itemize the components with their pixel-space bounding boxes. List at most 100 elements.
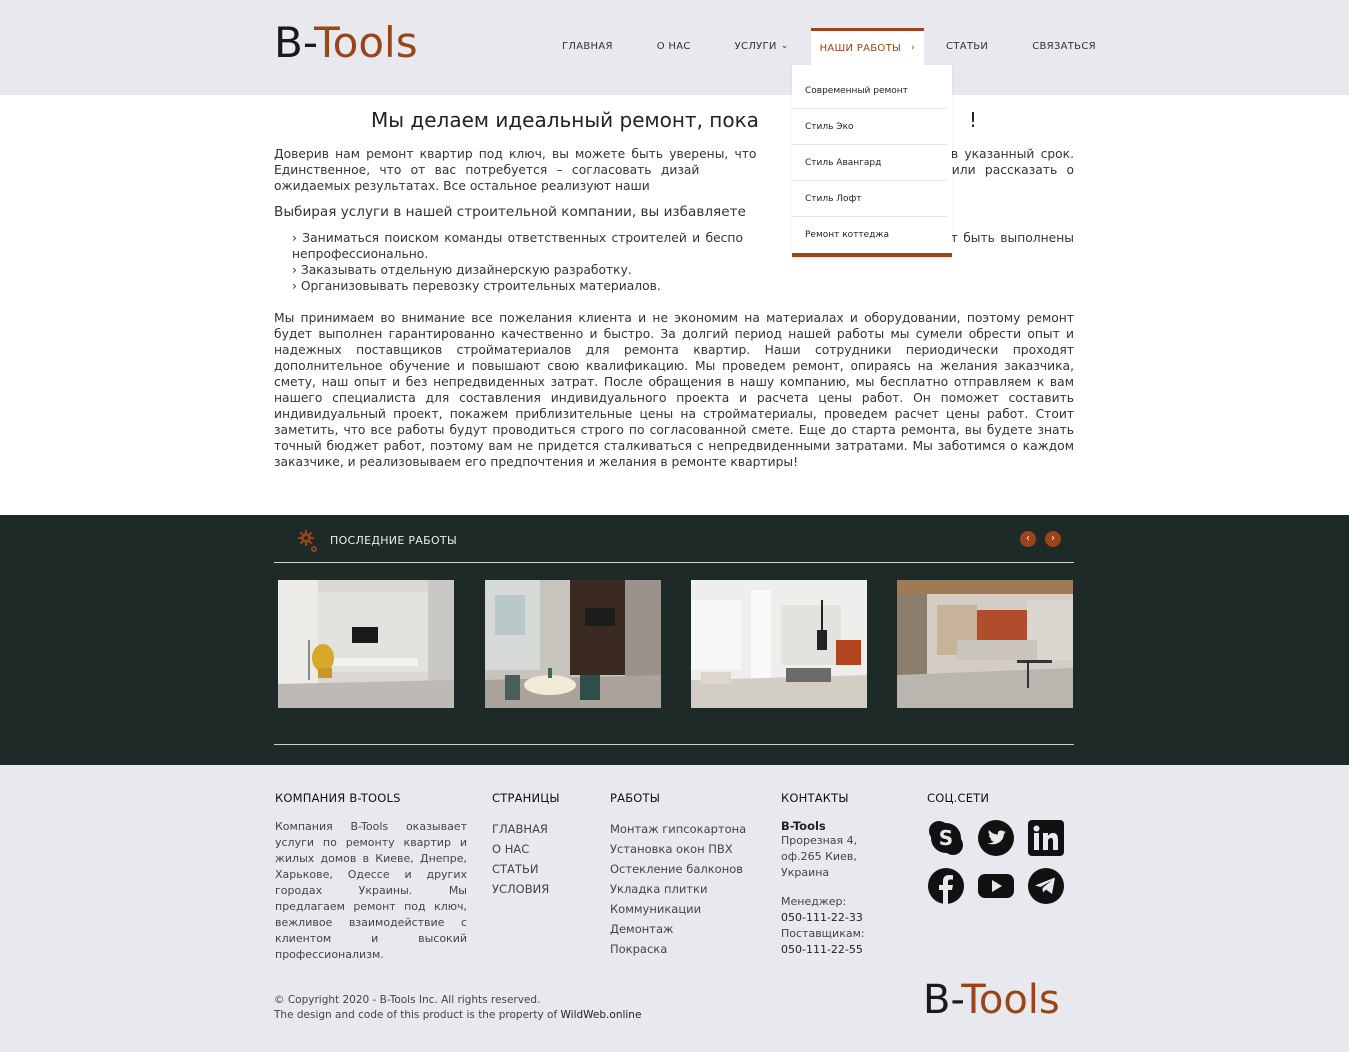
logo-part1: B- <box>923 977 962 1023</box>
footer-works-heading: РАБОТЫ <box>610 791 661 805</box>
dropdown-item-cottage[interactable]: Ремонт коттеджа <box>792 217 947 253</box>
site-header: B-Tools ГЛАВНАЯ О НАС УСЛУГИ ⌄ НАШИ РАБОТ… <box>0 0 1349 95</box>
nav-label: О НАС <box>656 41 691 52</box>
dropdown-item-avantgarde[interactable]: Стиль Авангард <box>792 145 947 181</box>
services-intro: Выбирая услуги в нашей строительной комп… <box>274 204 1074 220</box>
main-content: Мы делаем идеальный ремонт, пока! Довери… <box>274 95 1074 515</box>
svg-text:S: S <box>939 826 953 850</box>
work-thumbnail[interactable] <box>278 580 454 708</box>
list-item: › Заказывать отдельную дизайнерскую разр… <box>292 263 632 277</box>
work-image <box>278 580 454 708</box>
footer-link-home[interactable]: ГЛАВНАЯ <box>492 819 560 839</box>
contact-supplier-label: Поставщикам: <box>781 927 865 940</box>
site-logo[interactable]: B-Tools <box>274 18 418 67</box>
footer-company: КОМПАНИЯ B-TOOLS Компания B-Tools оказыв… <box>275 791 467 963</box>
copyright-line: © Copyright 2020 - B-Tools Inc. All righ… <box>274 994 541 1006</box>
footer-link-demolition[interactable]: Демонтаж <box>610 919 746 939</box>
footer-link-drywall[interactable]: Монтаж гипсокартона <box>610 819 746 839</box>
work-thumbnail[interactable] <box>897 580 1073 708</box>
wildweb-link[interactable]: WildWeb.online <box>561 1009 642 1021</box>
benefits-list: › Заниматься поиском команды ответственн… <box>292 230 1074 294</box>
services-intro-text: Выбирая услуги в нашей строительной комп… <box>274 204 746 220</box>
nav-item-our-works[interactable]: НАШИ РАБОТЫ › <box>810 28 925 65</box>
chevron-right-icon: › <box>1051 533 1055 544</box>
telegram-icon[interactable] <box>1027 867 1065 905</box>
gears-icon <box>298 530 317 552</box>
page-headline: Мы делаем идеальный ремонт, пока! <box>274 108 1074 132</box>
contact-company-name: B-Tools <box>781 819 826 833</box>
recent-works-title: ПОСЛЕДНИЕ РАБОТЫ <box>330 534 457 547</box>
logo-part2: Tools <box>961 977 1060 1023</box>
contact-address-line: оф.265 Киев, <box>781 850 857 863</box>
footer-pages-heading: СТРАНИЦЫ <box>492 791 560 805</box>
copyright-line: The design and code of this product is t… <box>274 1008 641 1023</box>
our-works-dropdown: Современный ремонт Стиль Эко Стиль Аванг… <box>792 65 952 257</box>
facebook-icon[interactable] <box>927 867 965 905</box>
footer-link-painting[interactable]: Покраска <box>610 939 746 959</box>
dropdown-item-modern[interactable]: Современный ремонт <box>792 73 947 109</box>
contact-manager-label: Менеджер: <box>781 895 847 908</box>
footer-link-balconies[interactable]: Остекление балконов <box>610 859 746 879</box>
contact-supplier-phone[interactable]: 050-111-22-55 <box>781 942 891 958</box>
work-image <box>485 580 661 708</box>
details-paragraph: Мы принимаем во внимание все пожелания к… <box>274 311 1074 469</box>
logo-part2: Tools <box>314 18 418 67</box>
footer-link-tiles[interactable]: Укладка плитки <box>610 879 746 899</box>
footer-link-utilities[interactable]: Коммуникации <box>610 899 746 919</box>
footer-link-articles[interactable]: СТАТЬИ <box>492 859 560 879</box>
carousel-prev-button[interactable]: ‹ <box>1020 531 1036 547</box>
recent-works-divider <box>274 744 1074 745</box>
work-thumbnail[interactable] <box>691 580 867 708</box>
list-item: › Организовывать перевозку строительных … <box>292 279 661 293</box>
chevron-down-icon: ⌄ <box>780 41 789 51</box>
nav-item-contact[interactable]: СВЯЗАТЬСЯ <box>1010 28 1118 65</box>
copyright: © Copyright 2020 - B-Tools Inc. All righ… <box>274 993 641 1023</box>
footer-social-heading: СОЦ.СЕТИ <box>927 791 990 805</box>
nav-label: УСЛУГИ <box>734 41 777 52</box>
footer-link-terms[interactable]: УСЛОВИЯ <box>492 879 560 899</box>
footer-company-text: Компания B-Tools оказывает услуги по рем… <box>275 820 467 961</box>
intro-paragraph: Доверив нам ремонт квартир под ключ, вы … <box>274 146 1074 194</box>
carousel-next-button[interactable]: › <box>1045 531 1061 547</box>
footer-works: РАБОТЫ Монтаж гипсокартона Установка око… <box>610 791 746 959</box>
nav-label: СТАТЬИ <box>946 41 989 52</box>
work-thumbnail[interactable] <box>485 580 661 708</box>
contact-address-line: Украина <box>781 866 830 879</box>
nav-item-home[interactable]: ГЛАВНАЯ <box>540 28 635 65</box>
contact-address-line: Прорезная 4, <box>781 834 858 847</box>
footer-contacts-heading: КОНТАКТЫ <box>781 791 849 805</box>
nav-item-services[interactable]: УСЛУГИ ⌄ <box>713 28 811 65</box>
nav-item-articles[interactable]: СТАТЬИ <box>924 28 1010 65</box>
nav-item-about[interactable]: О НАС <box>635 28 713 65</box>
linkedin-icon[interactable] <box>1027 819 1065 857</box>
footer-company-heading: КОМПАНИЯ B-TOOLS <box>275 791 401 805</box>
work-image <box>897 580 1073 708</box>
footer-link-about[interactable]: О НАС <box>492 839 560 859</box>
dropdown-item-loft[interactable]: Стиль Лофт <box>792 181 947 217</box>
list-item-text: › Заниматься поиском команды ответственн… <box>292 231 743 245</box>
chevron-right-icon: › <box>911 42 916 53</box>
work-image <box>691 580 867 708</box>
nav-label: СВЯЗАТЬСЯ <box>1032 41 1096 52</box>
logo-part1: B- <box>274 18 315 67</box>
nav-label: ГЛАВНАЯ <box>562 41 613 52</box>
chevron-left-icon: ‹ <box>1026 533 1030 544</box>
footer-link-windows[interactable]: Установка окон ПВХ <box>610 839 746 859</box>
footer-pages: СТРАНИЦЫ ГЛАВНАЯ О НАС СТАТЬИ УСЛОВИЯ <box>492 791 560 899</box>
footer-social: СОЦ.СЕТИ S <box>927 791 1065 905</box>
footer-logo[interactable]: B-Tools <box>923 977 1060 1023</box>
nav-label: НАШИ РАБОТЫ <box>819 42 902 54</box>
youtube-icon[interactable] <box>977 867 1015 905</box>
skype-icon[interactable]: S <box>927 819 965 857</box>
intro-text-1: Доверив нам ремонт квартир под ключ, вы … <box>274 147 757 161</box>
recent-works-header: ПОСЛЕДНИЕ РАБОТЫ ‹ › <box>274 525 1074 563</box>
copyright-text: The design and code of this product is t… <box>274 1009 558 1021</box>
recent-works-section: ПОСЛЕДНИЕ РАБОТЫ ‹ › <box>0 515 1349 765</box>
list-item: › Заниматься поиском команды ответственн… <box>292 230 1074 262</box>
contact-manager-phone[interactable]: 050-111-22-33 <box>781 910 891 926</box>
social-icons: S <box>927 819 1065 905</box>
headline-text: Мы делаем идеальный ремонт, пока <box>371 108 759 132</box>
dropdown-item-eco[interactable]: Стиль Эко <box>792 109 947 145</box>
twitter-icon[interactable] <box>977 819 1015 857</box>
footer-contacts: КОНТАКТЫ B-Tools Прорезная 4, оф.265 Кие… <box>781 791 891 958</box>
